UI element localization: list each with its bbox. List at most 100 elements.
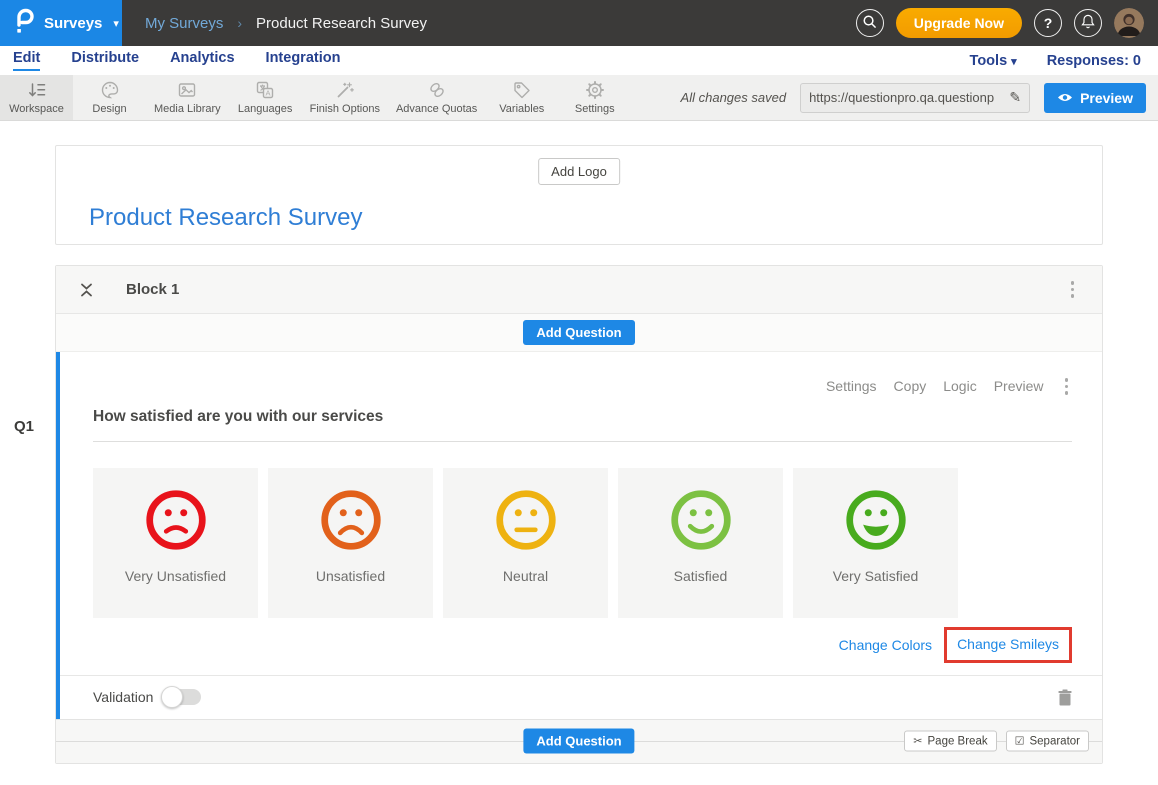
add-question-button-bottom[interactable]: Add Question — [523, 729, 634, 754]
question-text-field[interactable]: How satisfied are you with our services — [93, 408, 1072, 442]
gear-icon — [585, 80, 605, 100]
toolbar-item-label: Languages — [238, 103, 292, 115]
toolbar-item-design[interactable]: Design — [73, 75, 146, 120]
survey-title[interactable]: Product Research Survey — [89, 204, 362, 232]
image-icon — [177, 80, 197, 100]
change-smileys-highlight-box: Change Smileys — [944, 627, 1072, 663]
delete-question-trash-icon[interactable] — [1058, 689, 1072, 706]
block-footer: Add Question ✂Page Break ☑Separator — [56, 719, 1102, 763]
breadcrumb-separator-icon: › — [237, 15, 242, 31]
scissors-icon: ✂ — [913, 735, 922, 748]
question-text: How satisfied are you with our services — [93, 408, 383, 425]
option-unsatisfied[interactable]: Unsatisfied — [268, 468, 433, 618]
validation-toggle[interactable] — [163, 689, 201, 705]
collapse-block-icon[interactable] — [80, 282, 93, 298]
block-card: Block 1 Add Question Settings Copy Logic… — [55, 265, 1103, 764]
translate-icon: A — [255, 80, 275, 100]
avatar[interactable] — [1114, 8, 1144, 38]
tab-distribute[interactable]: Distribute — [71, 50, 139, 71]
option-very-unsatisfied[interactable]: Very Unsatisfied — [93, 468, 258, 618]
block-title[interactable]: Block 1 — [126, 281, 179, 298]
option-label: Very Satisfied — [833, 568, 919, 584]
page-break-button[interactable]: ✂Page Break — [904, 731, 996, 752]
survey-section-nav: Edit Distribute Analytics Integration To… — [0, 46, 1158, 75]
toolbar-item-workspace[interactable]: Workspace — [0, 75, 73, 120]
option-neutral[interactable]: Neutral — [443, 468, 608, 618]
footer-tools: ✂Page Break ☑Separator — [904, 731, 1089, 752]
tools-dropdown[interactable]: Tools ▾ — [970, 53, 1017, 69]
wand-icon — [335, 80, 355, 100]
question-preview-link[interactable]: Preview — [994, 378, 1044, 394]
breadcrumb-my-surveys[interactable]: My Surveys — [145, 15, 223, 32]
chain-icon — [427, 80, 447, 100]
toolbar-item-label: Workspace — [9, 103, 64, 115]
option-label: Unsatisfied — [316, 568, 385, 584]
svg-text:A: A — [266, 89, 271, 98]
survey-url-value: https://questionpro.qa.questionp — [809, 90, 1003, 105]
toolbar-item-media-library[interactable]: Media Library — [146, 75, 229, 120]
product-name: Surveys — [44, 15, 102, 32]
toolbar-item-languages[interactable]: A Languages — [229, 75, 302, 120]
survey-header-card: Add Logo Product Research Survey — [55, 145, 1103, 245]
breadcrumb: My Surveys › Product Research Survey — [145, 15, 427, 32]
add-question-row-top: Add Question — [56, 314, 1102, 352]
block-menu-kebab-icon[interactable] — [1067, 277, 1079, 302]
toolbar-item-label: Settings — [575, 103, 615, 115]
toolbar-item-settings[interactable]: Settings — [558, 75, 631, 120]
eye-icon — [1057, 90, 1073, 106]
survey-url-field[interactable]: https://questionpro.qa.questionp ✎ — [800, 83, 1030, 113]
question-index: Q1 — [14, 418, 34, 435]
help-button[interactable]: ? — [1034, 9, 1062, 37]
toolbar-right: All changes saved https://questionpro.qa… — [681, 75, 1158, 120]
preview-button[interactable]: Preview — [1044, 83, 1146, 113]
palette-icon — [100, 80, 120, 100]
question-actions: Settings Copy Logic Preview — [93, 352, 1072, 399]
question-logic-link[interactable]: Logic — [943, 378, 976, 394]
option-satisfied[interactable]: Satisfied — [618, 468, 783, 618]
upgrade-now-button[interactable]: Upgrade Now — [896, 8, 1022, 38]
header-actions: Upgrade Now ? — [856, 8, 1158, 38]
toolbar-item-label: Media Library — [154, 103, 221, 115]
option-very-satisfied[interactable]: Very Satisfied — [793, 468, 958, 618]
editor-toolbar: Workspace Design Media Library A Languag… — [0, 75, 1158, 121]
edit-url-icon[interactable]: ✎ — [1009, 89, 1021, 106]
chevron-down-icon: ▾ — [113, 17, 119, 30]
add-logo-button[interactable]: Add Logo — [538, 158, 620, 185]
smiley-satisfied-icon — [668, 487, 734, 553]
change-smileys-link[interactable]: Change Smileys — [957, 636, 1059, 652]
smiley-neutral-icon — [493, 487, 559, 553]
tag-icon — [512, 80, 532, 100]
toolbar-item-variables[interactable]: Variables — [485, 75, 558, 120]
add-question-button-top[interactable]: Add Question — [523, 320, 634, 345]
toolbar-item-advance-quotas[interactable]: Advance Quotas — [388, 75, 485, 120]
preview-label: Preview — [1080, 90, 1133, 106]
tab-analytics[interactable]: Analytics — [170, 50, 234, 71]
save-status: All changes saved — [681, 90, 787, 105]
question-copy-link[interactable]: Copy — [894, 378, 927, 394]
surveys-product-menu[interactable]: Surveys ▾ — [0, 0, 122, 46]
question-settings-link[interactable]: Settings — [826, 378, 877, 394]
toolbar-item-label: Finish Options — [310, 103, 380, 115]
checkbox-icon: ☑ — [1015, 735, 1025, 748]
smiley-config-links: Change Colors Change Smileys — [93, 627, 1072, 663]
breadcrumb-current-survey: Product Research Survey — [256, 15, 427, 32]
section-tabs: Edit Distribute Analytics Integration — [13, 50, 340, 71]
notifications-button[interactable] — [1074, 9, 1102, 37]
responses-count[interactable]: Responses: 0 — [1047, 53, 1141, 69]
subnav-right: Tools ▾ Responses: 0 — [970, 53, 1145, 69]
smiley-very-unsatisfied-icon — [143, 487, 209, 553]
change-colors-link[interactable]: Change Colors — [839, 637, 932, 653]
bell-icon — [1081, 14, 1095, 32]
tab-edit[interactable]: Edit — [13, 50, 40, 71]
validation-label: Validation — [93, 689, 153, 705]
toolbar-item-label: Variables — [499, 103, 544, 115]
separator-button[interactable]: ☑Separator — [1006, 731, 1089, 752]
option-label: Satisfied — [674, 568, 728, 584]
question-menu-kebab-icon[interactable] — [1061, 374, 1073, 399]
validation-row: Validation — [60, 675, 1102, 719]
block-header: Block 1 — [56, 266, 1102, 314]
toolbar-item-finish-options[interactable]: Finish Options — [302, 75, 388, 120]
top-header-bar: Surveys ▾ My Surveys › Product Research … — [0, 0, 1158, 46]
search-button[interactable] — [856, 9, 884, 37]
tab-integration[interactable]: Integration — [266, 50, 341, 71]
